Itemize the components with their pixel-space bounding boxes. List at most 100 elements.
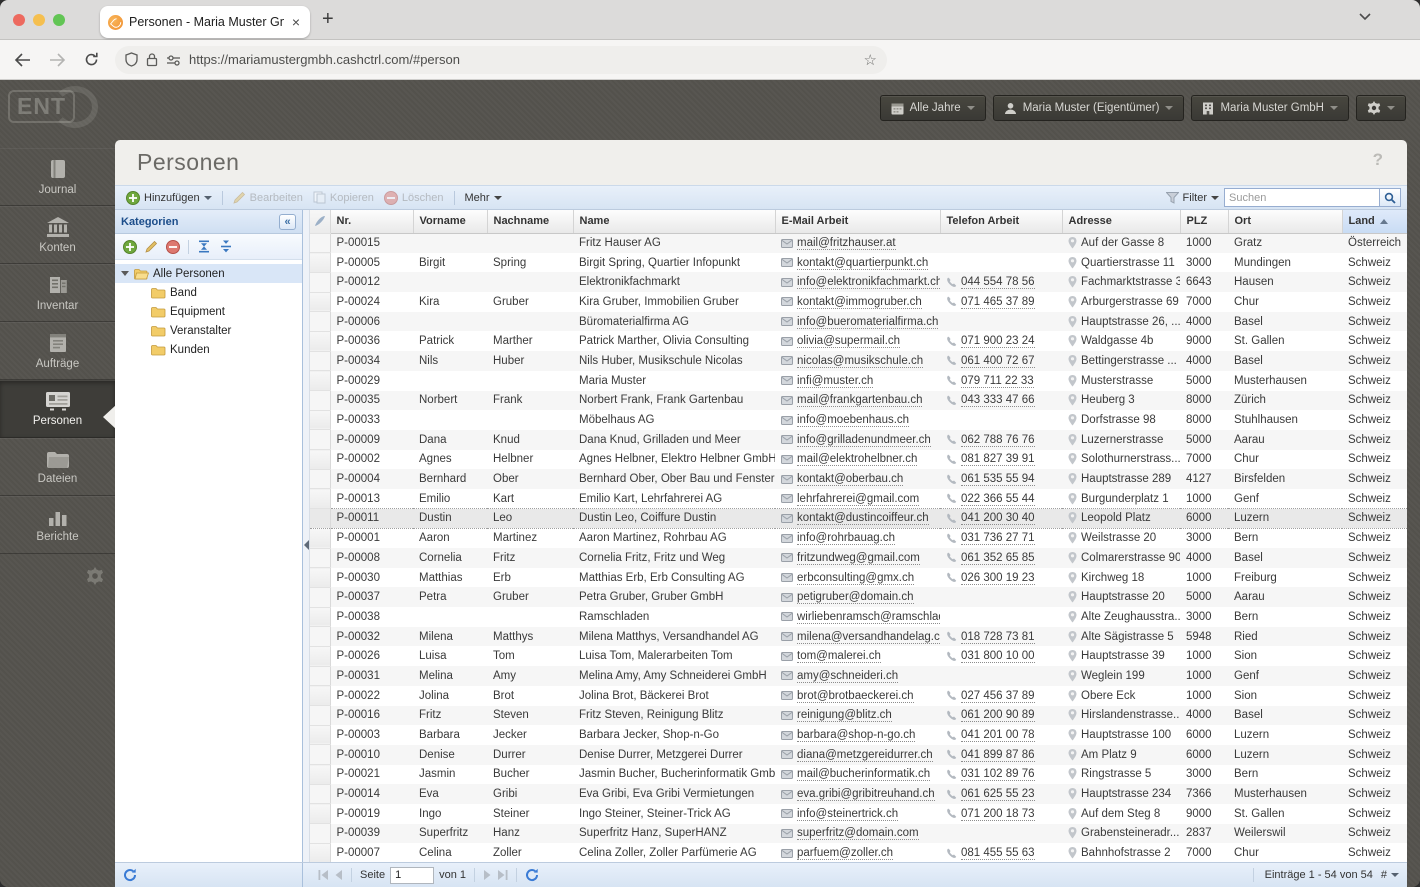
tree-item[interactable]: Veranstalter [115, 321, 302, 340]
splitter-collapse-handle[interactable] [304, 540, 309, 550]
email-link[interactable]: fritzundweg@gmail.com [797, 551, 920, 565]
column-header-plz[interactable]: PLZ [1180, 210, 1229, 234]
phone-link[interactable]: 022 366 55 44 [961, 492, 1035, 506]
sidebar-item-konten[interactable]: Konten [0, 206, 115, 264]
email-link[interactable]: infi@muster.ch [797, 374, 874, 388]
table-row[interactable]: P-00016 Fritz Steven Fritz Steven, Reini… [310, 705, 1407, 726]
phone-link[interactable]: 031 736 27 71 [961, 532, 1035, 546]
sidebar-item-berichte[interactable]: Berichte [0, 496, 115, 554]
table-row[interactable]: P-00014 Eva Gribi Eva Gribi, Eva Gribi V… [310, 784, 1407, 805]
email-link[interactable]: tom@malerei.ch [797, 650, 881, 664]
phone-link[interactable]: 031 102 89 76 [961, 768, 1035, 782]
table-row[interactable]: P-00026 Luisa Tom Luisa Tom, Malerarbeit… [310, 646, 1407, 667]
table-row[interactable]: P-00029 Maria Muster infi@muster.ch 079 … [310, 370, 1407, 391]
search-input[interactable] [1224, 188, 1379, 207]
panel-splitter[interactable] [303, 210, 310, 862]
table-row[interactable]: P-00035 Norbert Frank Norbert Frank, Fra… [310, 390, 1407, 411]
column-header-land[interactable]: Land [1342, 210, 1407, 234]
table-row[interactable]: P-00002 Agnes Helbner Agnes Helbner, Ele… [310, 449, 1407, 470]
bookmark-star-icon[interactable]: ☆ [864, 51, 877, 69]
first-page-button[interactable] [318, 870, 329, 880]
phone-link[interactable]: 043 333 47 66 [961, 394, 1035, 408]
phone-link[interactable]: 041 201 00 78 [961, 729, 1035, 743]
email-link[interactable]: petigruber@domain.ch [797, 591, 914, 605]
user-menu-button[interactable]: Maria Muster (Eigentümer) [992, 95, 1185, 121]
email-link[interactable]: info@rohrbauag.ch [797, 532, 895, 546]
edit-button[interactable]: Bearbeiten [228, 187, 308, 208]
zoom-window-button[interactable] [53, 14, 65, 26]
pen-column-header[interactable] [310, 210, 331, 234]
settings-button[interactable] [1356, 95, 1406, 121]
phone-link[interactable]: 026 300 19 23 [961, 571, 1035, 585]
email-link[interactable]: barbara@shop-n-go.ch [797, 729, 916, 743]
phone-link[interactable]: 041 899 87 86 [961, 748, 1035, 762]
table-row[interactable]: P-00005 Birgit Spring Birgit Spring, Qua… [310, 252, 1407, 273]
email-link[interactable]: eva.gribi@gribitreuhand.ch [797, 788, 935, 802]
table-row[interactable]: P-00011 Dustin Leo Dustin Leo, Coiffure … [310, 508, 1407, 529]
phone-link[interactable]: 081 455 55 63 [961, 847, 1035, 861]
table-row[interactable]: P-00030 Matthias Erb Matthias Erb, Erb C… [310, 567, 1407, 588]
expand-all-button[interactable] [197, 240, 211, 253]
email-link[interactable]: mail@fritzhauser.at [797, 237, 896, 251]
table-row[interactable]: P-00013 Emilio Kart Emilio Kart, Lehrfah… [310, 488, 1407, 510]
shield-icon[interactable] [125, 52, 138, 67]
email-link[interactable]: mail@bucherinformatik.ch [797, 768, 931, 782]
phone-link[interactable]: 061 625 55 23 [961, 788, 1035, 802]
browser-tab[interactable]: Personen - Maria Muster GmbH × [100, 6, 310, 38]
column-header-ort[interactable]: Ort [1228, 210, 1343, 234]
close-window-button[interactable] [13, 14, 25, 26]
edit-category-button[interactable] [145, 240, 158, 253]
phone-link[interactable]: 061 200 90 89 [961, 709, 1035, 723]
phone-link[interactable]: 061 352 65 85 [961, 551, 1035, 565]
table-row[interactable]: P-00037 Petra Gruber Petra Gruber, Grube… [310, 587, 1407, 608]
sidebar-item-personen[interactable]: Personen [0, 380, 115, 438]
phone-link[interactable]: 061 400 72 67 [961, 354, 1035, 368]
phone-link[interactable]: 031 800 10 00 [961, 650, 1035, 664]
table-row[interactable]: P-00024 Kira Gruber Kira Gruber, Immobil… [310, 292, 1407, 313]
reload-button[interactable] [84, 52, 99, 67]
phone-link[interactable]: 079 711 22 33 [961, 374, 1034, 388]
email-link[interactable]: kontakt@dustincoiffeur.ch [797, 512, 929, 526]
table-row[interactable]: P-00008 Cornelia Fritz Cornelia Fritz, F… [310, 548, 1407, 569]
refresh-grid-button[interactable] [525, 868, 539, 882]
tree-expander-icon[interactable] [121, 271, 129, 276]
permissions-icon[interactable] [166, 54, 181, 66]
sidebar-item-inventar[interactable]: Inventar [0, 264, 115, 322]
email-link[interactable]: info@moebenhaus.ch [797, 414, 910, 428]
copy-button[interactable]: Kopieren [308, 187, 379, 208]
email-link[interactable]: mail@elektrohelbner.ch [797, 453, 918, 467]
table-row[interactable]: P-00039 Superfritz Hanz Superfritz Hanz,… [310, 823, 1407, 844]
sidebar-item-auftraege[interactable]: Aufträge [0, 322, 115, 380]
phone-link[interactable]: 041 200 30 40 [961, 512, 1035, 526]
phone-link[interactable]: 071 200 18 73 [961, 807, 1035, 821]
search-submit-button[interactable] [1379, 188, 1401, 207]
sidebar-item-dateien[interactable]: Dateien [0, 438, 115, 496]
company-menu-button[interactable]: Maria Muster GmbH [1191, 95, 1349, 121]
table-row[interactable]: P-00036 Patrick Marther Patrick Marther,… [310, 331, 1407, 352]
email-link[interactable]: olivia@supermail.ch [797, 335, 901, 349]
email-link[interactable]: superfritz@domain.com [797, 827, 919, 841]
email-link[interactable]: info@elektronikfachmarkt.ch [797, 276, 940, 290]
help-icon[interactable]: ? [1373, 150, 1383, 170]
phone-link[interactable]: 061 535 55 94 [961, 473, 1035, 487]
lock-icon[interactable] [146, 52, 158, 67]
table-row[interactable]: P-00032 Milena Matthys Milena Matthys, V… [310, 626, 1407, 647]
column-header-adresse[interactable]: Adresse [1062, 210, 1181, 234]
tree-item[interactable]: Kunden [115, 340, 302, 359]
column-header-nr[interactable]: Nr. [330, 210, 414, 234]
email-link[interactable]: kontakt@oberbau.ch [797, 473, 904, 487]
email-link[interactable]: kontakt@immogruber.ch [797, 295, 922, 309]
column-header-telefon[interactable]: Telefon Arbeit [940, 210, 1063, 234]
table-row[interactable]: P-00004 Bernhard Ober Bernhard Ober, Obe… [310, 469, 1407, 490]
tab-list-chevron-icon[interactable] [1358, 12, 1372, 21]
phone-link[interactable]: 044 554 78 56 [961, 276, 1035, 290]
tab-close-icon[interactable]: × [290, 14, 302, 30]
email-link[interactable]: lehrfahrerei@gmail.com [797, 492, 920, 506]
table-row[interactable]: P-00033 Möbelhaus AG info@moebenhaus.ch … [310, 410, 1407, 431]
delete-category-button[interactable] [166, 239, 180, 254]
table-row[interactable]: P-00038 Ramschladen wirliebenramsch@rams… [310, 607, 1407, 628]
next-page-button[interactable] [483, 870, 492, 880]
phone-link[interactable]: 062 788 76 76 [961, 433, 1035, 447]
email-link[interactable]: info@bueromaterialfirma.ch [797, 315, 939, 329]
table-row[interactable]: P-00019 Ingo Steiner Ingo Steiner, Stein… [310, 803, 1407, 825]
